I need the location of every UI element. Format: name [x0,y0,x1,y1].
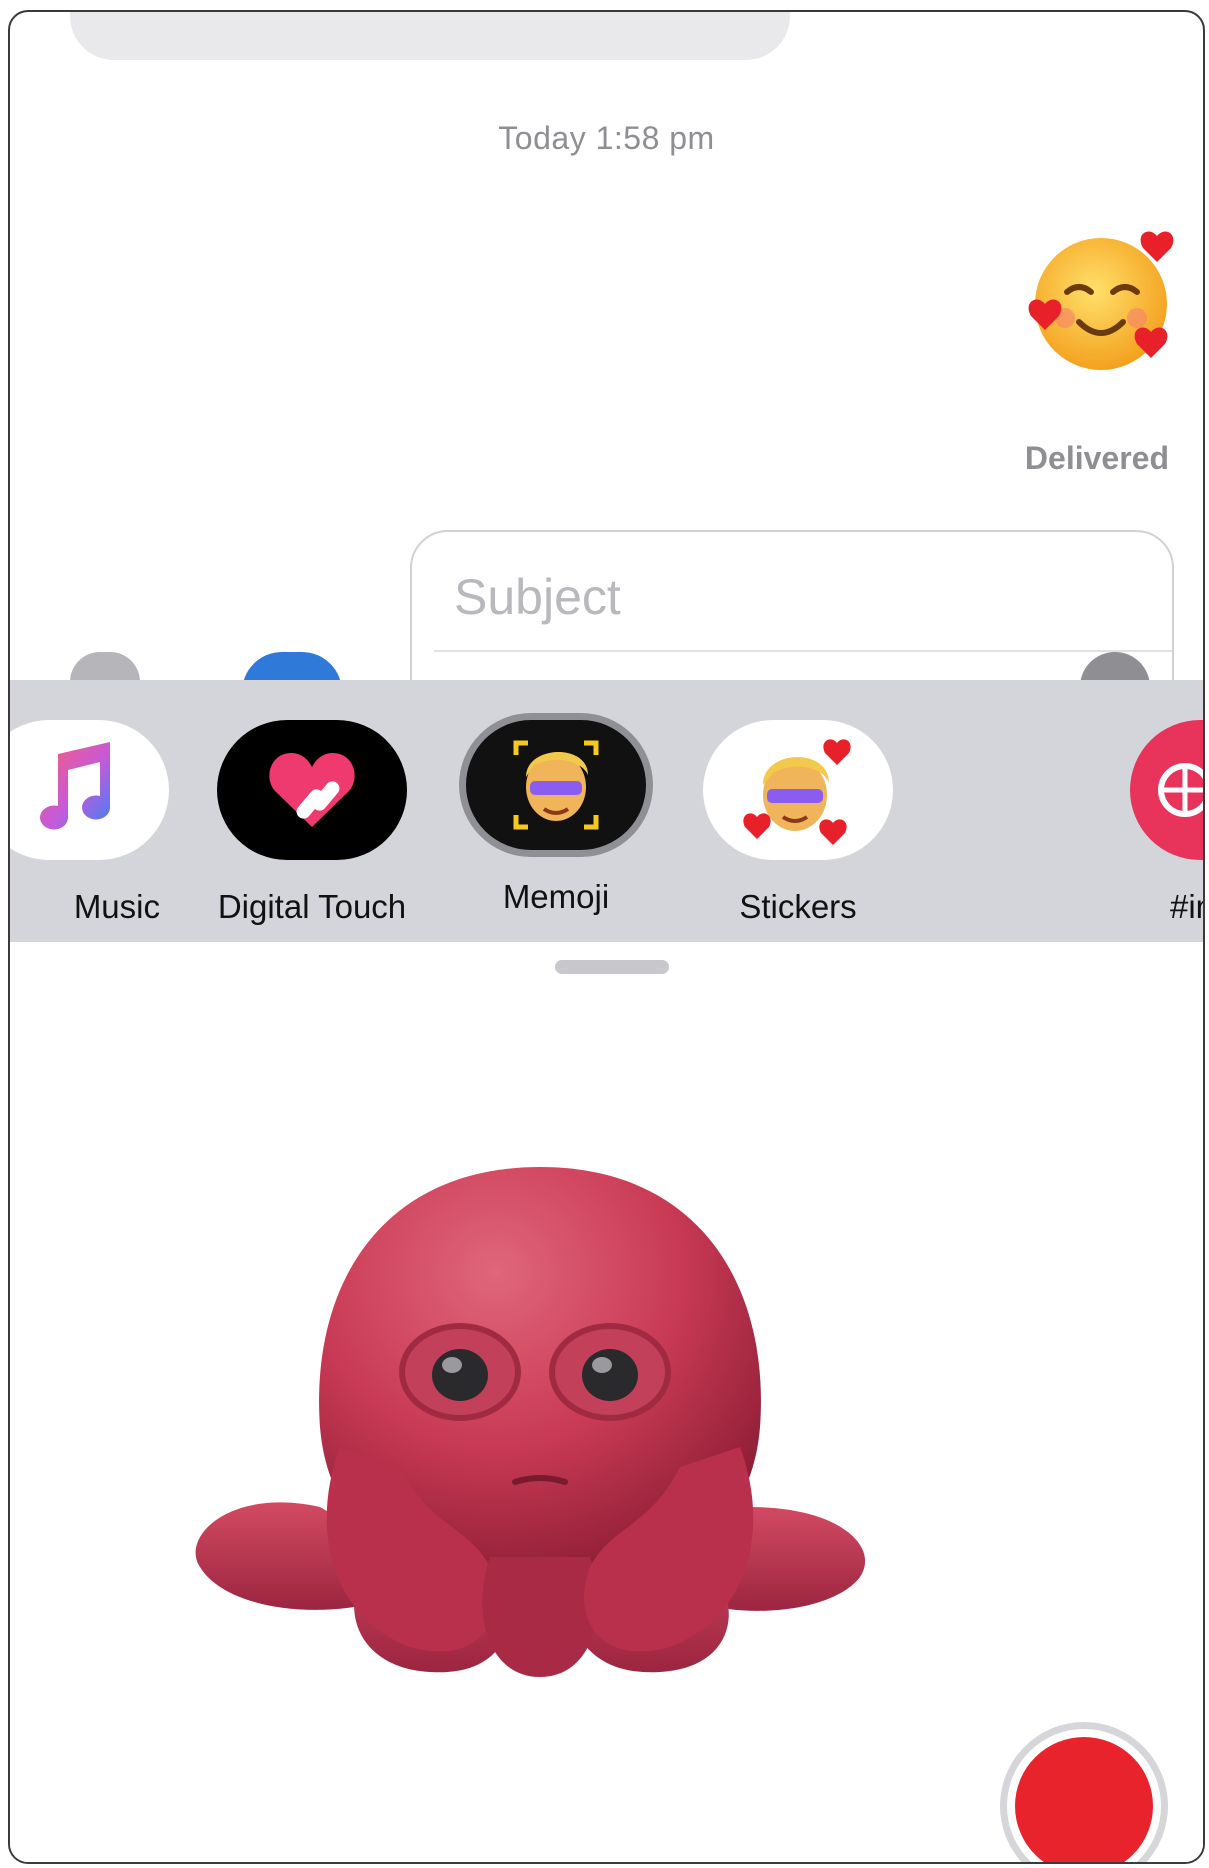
music-note-icon [10,720,169,860]
app-label: Memoji [502,878,610,915]
memoji-panel [10,942,1203,1862]
app-stickers[interactable]: Stickers [698,720,898,926]
message-timestamp: Today 1:58 pm [498,120,715,156]
memoji-stickers-icon [703,720,893,860]
imessage-app-strip[interactable]: Music Digital Touch Memoji Stickers #i [10,680,1203,942]
subject-input[interactable]: Subject [454,568,621,626]
images-globe-icon [1130,720,1203,860]
app-images[interactable]: #im [1130,720,1203,926]
app-label: Digital Touch [217,888,407,925]
sheet-grabber[interactable] [555,960,669,974]
messages-screen: Today 1:58 pm Delivered Subject Music Di… [8,10,1205,1864]
octopus-memoji[interactable] [190,1147,890,1717]
app-label: Music [73,888,160,925]
smiling-face-with-hearts-icon[interactable] [1023,222,1183,382]
memoji-icon [466,720,646,850]
previous-message-bubble[interactable] [70,12,790,60]
app-label: Stickers [739,888,857,925]
app-music[interactable]: Music [10,720,174,926]
app-memoji[interactable]: Memoji [456,720,656,916]
digital-touch-heart-icon [217,720,407,860]
record-dot-icon [1015,1737,1153,1862]
compose-divider [434,650,1172,652]
app-label: #im [1170,888,1203,925]
app-digital-touch[interactable]: Digital Touch [212,720,412,926]
delivery-status: Delivered [1024,440,1169,476]
record-button[interactable] [1000,1722,1168,1862]
